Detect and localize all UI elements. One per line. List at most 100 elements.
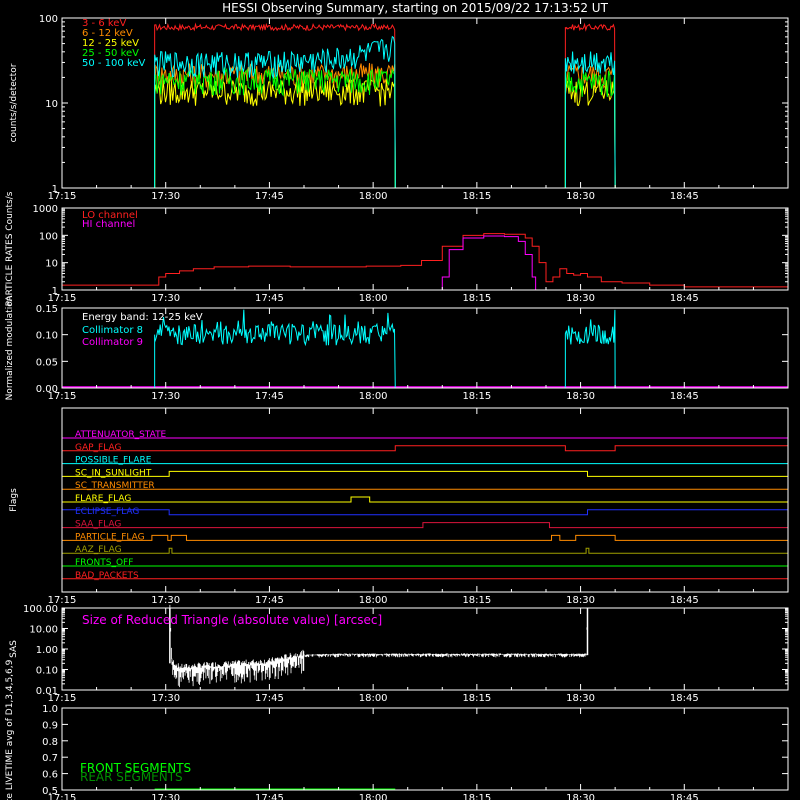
panel-particle-rates: LO channelHI channel17:15 17:30 17:45 18:00… [5,191,789,306]
y-axis-label: counts/s/detector [9,63,19,142]
figure-title: HESSI Observing Summary, starting on 201… [222,1,608,15]
panels: 3 - 6 keV6 - 12 keV12 - 25 keV25 - 50 ke… [5,14,789,800]
y-tick-label: 0.9 [42,720,58,731]
x-tick-label: 18:00 [359,293,388,304]
y-axis-label: Mon. Rate LIVETIME avg of D1,3,4,5,6,9 [5,659,15,800]
y-tick-label: 0.10 [36,331,58,342]
y-tick-label: 100 [39,14,58,25]
x-tick-label: 18:15 [462,293,491,304]
flag-label: ATTENUATOR_STATE [75,430,167,440]
flag-label: PARTICLE_FLAG [75,532,145,542]
x-tick-label: 18:30 [566,391,595,402]
flag-label: SAA_FLAG [75,520,121,530]
flag-label: AAZ_FLAG [75,545,122,555]
flag-line-5 [62,496,788,503]
series-line-3 [154,66,616,189]
y-tick-label: 1 [52,184,58,195]
x-tick-label: 18:15 [462,191,491,202]
x-tick-label: 17:30 [151,793,180,800]
y-tick-label: 0.01 [36,686,58,697]
panel-flags: ATTENUATOR_STATE GAP_FLAG POSSIBLE_FLARE SC… [9,407,789,606]
x-tick-label: 18:00 [359,693,388,704]
panel-frame [61,407,789,593]
y-tick-label: 100.00 [23,604,58,615]
series-line-0 [62,233,788,288]
flag-line-8 [62,534,788,541]
energy-band-label: Energy band: 12-25 keV [82,312,203,323]
y-tick-label: 0.00 [36,384,58,395]
x-tick-label: 17:30 [151,595,180,606]
y-tick-label: 100 [39,231,58,242]
y-axis-label: SAS [9,640,19,658]
y-axis-label: Normalized modulation [5,296,15,401]
x-tick-label: 18:30 [566,191,595,202]
panel-frame [61,207,789,291]
y-tick-label: 0.15 [36,304,58,315]
x-tick-label: 18:30 [566,693,595,704]
flag-label: SC_TRANSMITTER [75,481,155,491]
flag-line-6 [62,509,789,516]
x-tick-label: 17:45 [255,293,284,304]
y-tick-label: 0.05 [36,357,58,368]
y-tick-label: 10 [45,99,58,110]
y-tick-label: 1000 [33,204,58,215]
y-tick-label: 1 [52,286,58,297]
x-tick-label: 18:30 [566,793,595,800]
x-tick-label: 18:45 [670,693,699,704]
series-line-0 [154,309,616,389]
x-tick-label: 18:45 [670,391,699,402]
x-tick-label: 18:45 [670,793,699,800]
x-tick-label: 17:45 [255,595,284,606]
y-tick-label: 1.00 [36,645,58,656]
x-tick-label: 17:30 [151,693,180,704]
legend-entry: Collimator 9 [82,337,143,348]
flag-label: BAD_PACKETS [75,571,139,581]
flag-label: POSSIBLE_FLARE [75,456,152,466]
x-tick-label: 17:30 [151,191,180,202]
series-line-1 [62,235,788,291]
panel-frame [61,17,789,189]
x-tick-label: 18:30 [566,293,595,304]
x-tick-label: 17:45 [255,693,284,704]
flag-line-3 [62,470,788,477]
panel-count-rates: 3 - 6 keV6 - 12 keV12 - 25 keV25 - 50 ke… [9,14,789,202]
y-axis-label: Flags [9,488,19,512]
x-tick-label: 18:00 [359,595,388,606]
y-tick-label: 0.8 [42,737,58,748]
series-title: Size of Reduced Triangle (absolute value… [82,613,382,627]
y-tick-label: 0.6 [42,770,58,781]
y-tick-label: 10 [45,259,58,270]
legend-entry: REAR SEGMENTS [80,770,183,784]
legend-entry: 50 - 100 keV [82,58,146,69]
panel-livetime: FRONT SEGMENTSREAR SEGMENTS17:15 17:30 17:… [5,659,789,800]
flag-label: GAP_FLAG [75,443,121,453]
x-tick-label: 18:30 [566,595,595,606]
flag-label: ECLIPSE_FLAG [75,507,139,517]
x-tick-label: 17:30 [151,391,180,402]
x-tick-label: 18:15 [462,595,491,606]
legend-entry: Collimator 8 [82,325,143,336]
x-tick-label: 18:00 [359,391,388,402]
x-tick-label: 17:45 [255,391,284,402]
x-tick-label: 18:15 [462,693,491,704]
x-tick-label: 18:15 [462,391,491,402]
panel-modulation: Energy band: 12-25 keV Collimator 8Collim… [5,296,789,402]
x-tick-label: 17:30 [151,293,180,304]
y-axis-label: PARTICLE RATES Counts/s [5,191,15,306]
y-tick-label: 1.0 [42,704,58,715]
flag-line-7 [62,522,788,529]
flag-label: FLARE_FLAG [75,494,131,504]
series-line-2 [154,78,616,189]
flag-line-9 [62,547,788,554]
x-tick-label: 18:15 [462,793,491,800]
x-tick-label: 18:45 [670,595,699,606]
panel-sas: Size of Reduced Triangle (absolute value… [9,604,789,704]
x-tick-label: 18:00 [359,793,388,800]
x-tick-label: 17:45 [255,793,284,800]
flag-label: SC_IN_SUNLIGHT [75,468,152,478]
legend-entry: HI channel [82,219,135,230]
x-tick-label: 18:00 [359,191,388,202]
y-tick-label: 0.10 [36,666,58,677]
x-tick-label: 18:45 [670,293,699,304]
hessi-summary-figure: HESSI Observing Summary, starting on 201… [5,1,789,800]
